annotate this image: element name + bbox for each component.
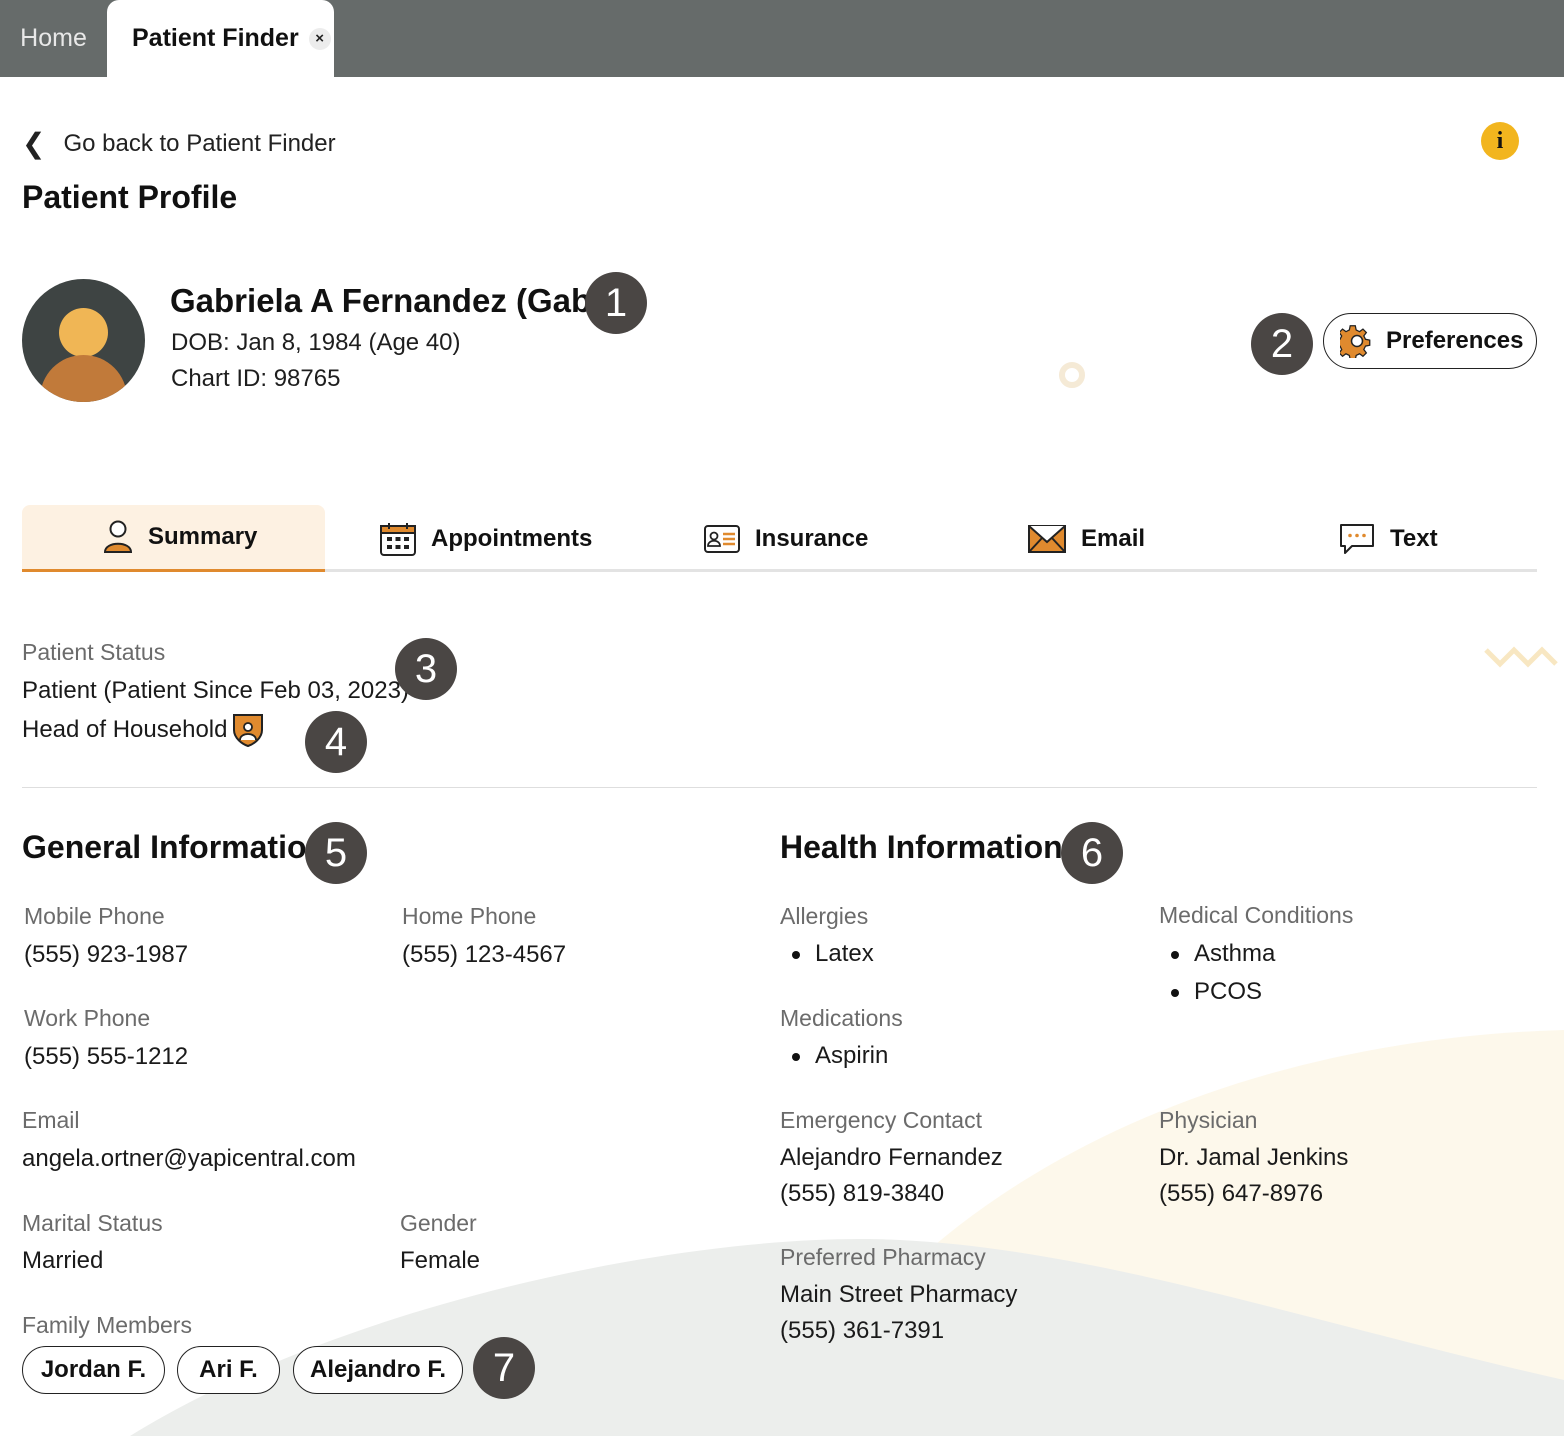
back-link-label: Go back to Patient Finder <box>63 129 336 157</box>
callout-badge-1: 1 <box>585 272 647 334</box>
head-of-household-label: Head of Household <box>22 716 228 743</box>
chevron-left-icon: ❮ <box>22 128 46 159</box>
user-icon <box>102 519 134 555</box>
marital-status-value: Married <box>22 1247 104 1274</box>
physician-label: Physician <box>1159 1107 1258 1133</box>
home-phone-value: (555) 123-4567 <box>402 941 567 968</box>
app-tab-bar: Home Patient Finder × <box>0 0 1564 77</box>
family-members-label: Family Members <box>22 1312 192 1338</box>
chat-bubble-icon <box>1338 522 1376 556</box>
email-value: angela.ortner@yapicentral.com <box>22 1145 356 1172</box>
patient-dob: DOB: Jan 8, 1984 (Age 40) <box>171 329 461 356</box>
tab-patient-finder[interactable]: Patient Finder × <box>107 0 334 77</box>
family-member-chip-ari[interactable]: Ari F. <box>177 1346 280 1394</box>
gender-value: Female <box>400 1247 481 1274</box>
section-divider <box>22 787 1537 788</box>
list-item: Latex <box>780 935 874 973</box>
tab-summary-label: Summary <box>148 523 258 550</box>
pharmacy-phone: (555) 361-7391 <box>780 1317 945 1344</box>
tab-insurance[interactable]: Insurance <box>703 505 868 572</box>
tab-home[interactable]: Home <box>0 0 107 77</box>
callout-badge-5: 5 <box>305 822 367 884</box>
email-label: Email <box>22 1107 80 1133</box>
work-phone-value: (555) 555-1212 <box>24 1043 189 1070</box>
pharmacy-name: Main Street Pharmacy <box>780 1281 1018 1308</box>
callout-badge-2: 2 <box>1251 313 1313 375</box>
tab-patient-finder-label: Patient Finder <box>132 24 299 52</box>
id-card-icon <box>703 524 741 554</box>
tab-appointments-label: Appointments <box>431 524 593 552</box>
household-shield-icon <box>232 712 264 753</box>
list-item: Asthma <box>1159 935 1275 973</box>
family-member-chip-alejandro[interactable]: Alejandro F. <box>293 1346 463 1394</box>
physician-name: Dr. Jamal Jenkins <box>1159 1144 1349 1171</box>
emergency-contact-phone: (555) 819-3840 <box>780 1180 945 1207</box>
callout-badge-6: 6 <box>1061 822 1123 884</box>
envelope-icon <box>1027 524 1067 554</box>
patient-name: Gabriela A Fernandez (Gabby) <box>170 282 641 319</box>
page-title: Patient Profile <box>22 179 238 215</box>
family-member-chip-jordan[interactable]: Jordan F. <box>22 1346 165 1394</box>
medical-conditions-label: Medical Conditions <box>1159 902 1354 928</box>
preferences-label: Preferences <box>1386 327 1524 354</box>
health-information-heading: Health Information <box>780 829 1063 865</box>
tab-insurance-label: Insurance <box>755 524 869 552</box>
close-icon[interactable]: × <box>308 27 331 50</box>
preferred-pharmacy-label: Preferred Pharmacy <box>780 1244 986 1270</box>
callout-badge-4: 4 <box>305 711 367 773</box>
main-content: ❮ Go back to Patient Finder i Patient Pr… <box>0 77 1564 1436</box>
tab-appointments[interactable]: Appointments <box>379 505 592 572</box>
tab-email[interactable]: Email <box>1027 505 1145 572</box>
back-link[interactable]: ❮ Go back to Patient Finder <box>22 127 336 160</box>
mobile-phone-value: (555) 923-1987 <box>24 941 189 968</box>
patient-chart-id: Chart ID: 98765 <box>171 365 341 392</box>
general-information-heading: General Information <box>22 829 327 865</box>
gender-label: Gender <box>400 1210 477 1236</box>
tab-text-label: Text <box>1390 524 1438 552</box>
medications-label: Medications <box>780 1005 903 1031</box>
medications-list: Aspirin <box>780 1037 888 1075</box>
emergency-contact-label: Emergency Contact <box>780 1107 982 1133</box>
emergency-contact-name: Alejandro Fernandez <box>780 1144 1003 1171</box>
tab-email-label: Email <box>1081 524 1146 552</box>
list-item: PCOS <box>1159 973 1275 1011</box>
callout-badge-7: 7 <box>473 1337 535 1399</box>
physician-phone: (555) 647-8976 <box>1159 1180 1324 1207</box>
list-item: Aspirin <box>780 1037 888 1075</box>
work-phone-label: Work Phone <box>24 1005 151 1031</box>
calendar-icon <box>379 521 417 557</box>
patient-status-label: Patient Status <box>22 639 166 665</box>
home-phone-label: Home Phone <box>402 903 537 929</box>
avatar <box>22 279 145 402</box>
patient-status-value: Patient (Patient Since Feb 03, 2023) <box>22 677 409 704</box>
allergies-label: Allergies <box>780 903 869 929</box>
mobile-phone-label: Mobile Phone <box>24 903 165 929</box>
tab-home-label: Home <box>20 24 87 52</box>
section-tabs: Summary Appointments Insurance Email Tex… <box>22 505 1537 572</box>
info-icon[interactable]: i <box>1481 122 1519 160</box>
callout-badge-3: 3 <box>395 638 457 700</box>
gear-icon <box>1340 324 1374 358</box>
tab-text[interactable]: Text <box>1338 505 1438 572</box>
preferences-button[interactable]: Preferences <box>1323 313 1537 369</box>
tab-summary[interactable]: Summary <box>22 505 325 572</box>
allergies-list: Latex <box>780 935 874 973</box>
medical-conditions-list: Asthma PCOS <box>1159 935 1275 1011</box>
marital-status-label: Marital Status <box>22 1210 163 1236</box>
